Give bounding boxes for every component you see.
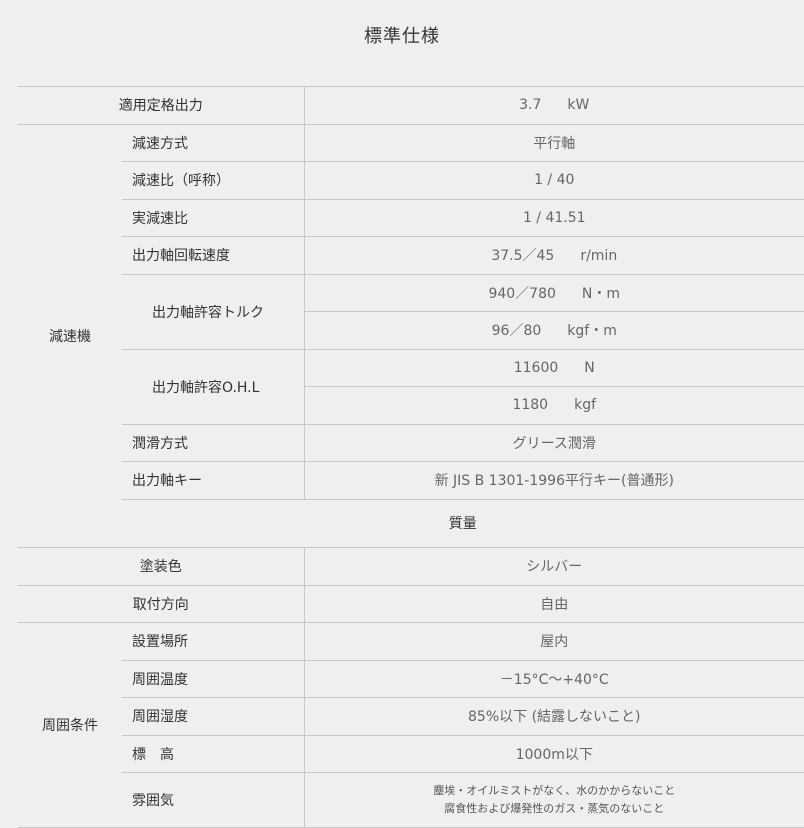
row-value-temp: －15°C～+40°C [304, 660, 804, 698]
spec-table: 適用定格出力 3.7kW 減速機 減速方式 平行軸 減速比（呼称） 1 / 40… [18, 86, 804, 828]
group-label-environment: 周囲条件 [18, 623, 122, 828]
table-row: 減速機 減速方式 平行軸 [18, 124, 804, 162]
row-value-ohl-si: 11600N [304, 349, 804, 387]
atmosphere-line-1: 塵埃・オイルミストがなく、水のかからないこと [305, 782, 804, 800]
row-value-altitude: 1000m以下 [304, 735, 804, 773]
row-label-ratio-actual: 実減速比 [122, 199, 304, 237]
group-label-reducer: 減速機 [18, 124, 122, 548]
row-label-temp: 周囲温度 [122, 660, 304, 698]
row-label-lubrication: 潤滑方式 [122, 424, 304, 462]
row-label-place: 設置場所 [122, 623, 304, 661]
row-value-method: 平行軸 [304, 124, 804, 162]
table-row: 取付方向 自由 [18, 585, 804, 623]
table-row: 減速比（呼称） 1 / 40 [18, 162, 804, 200]
row-value-torque-si: 940／780N・m [304, 274, 804, 312]
row-value-speed: 37.5／45r/min [304, 237, 804, 275]
table-row: 雰囲気 塵埃・オイルミストがなく、水のかからないこと 腐食性および爆発性のガス・… [18, 773, 804, 828]
table-row: 適用定格出力 3.7kW [18, 87, 804, 125]
row-value-torque-gravitational: 96／80kgf・m [304, 312, 804, 350]
table-row: 標 高 1000m以下 [18, 735, 804, 773]
table-row: 出力軸キー 新 JIS B 1301-1996平行キー(普通形) [18, 462, 804, 500]
row-value-mount: 自由 [304, 585, 804, 623]
row-value-key: 新 JIS B 1301-1996平行キー(普通形) [304, 462, 804, 500]
row-value-humidity: 85%以下 (結露しないこと) [304, 698, 804, 736]
table-row: 潤滑方式 グリース潤滑 [18, 424, 804, 462]
table-row: 塗装色 シルバー [18, 548, 804, 586]
table-row: 実減速比 1 / 41.51 [18, 199, 804, 237]
row-value-lubrication: グリース潤滑 [304, 424, 804, 462]
row-label-atmosphere: 雰囲気 [122, 773, 304, 828]
table-row: 出力軸回転速度 37.5／45r/min [18, 237, 804, 275]
row-label-humidity: 周囲湿度 [122, 698, 304, 736]
table-row: 質量 76kg [18, 499, 804, 548]
row-label-mount: 取付方向 [18, 585, 304, 623]
row-label-speed: 出力軸回転速度 [122, 237, 304, 275]
table-row: 周囲条件 設置場所 屋内 [18, 623, 804, 661]
row-value-output: 3.7kW [304, 87, 804, 125]
row-label-mass: 質量 [122, 499, 804, 548]
row-value-ratio-actual: 1 / 41.51 [304, 199, 804, 237]
row-label-method: 減速方式 [122, 124, 304, 162]
table-row: 出力軸許容O.H.L 11600N [18, 349, 804, 387]
row-label-output: 適用定格出力 [18, 87, 304, 125]
table-row: 周囲温度 －15°C～+40°C [18, 660, 804, 698]
page-title: 標準仕様 [0, 22, 804, 48]
row-label-altitude: 標 高 [122, 735, 304, 773]
row-label-key: 出力軸キー [122, 462, 304, 500]
table-row: 周囲湿度 85%以下 (結露しないこと) [18, 698, 804, 736]
atmosphere-line-2: 腐食性および爆発性のガス・蒸気のないこと [305, 800, 804, 818]
row-value-ohl-gravitational: 1180kgf [304, 387, 804, 425]
row-value-color: シルバー [304, 548, 804, 586]
row-label-color: 塗装色 [18, 548, 304, 586]
row-value-ratio-nominal: 1 / 40 [304, 162, 804, 200]
row-value-atmosphere: 塵埃・オイルミストがなく、水のかからないこと 腐食性および爆発性のガス・蒸気のな… [304, 773, 804, 828]
row-value-place: 屋内 [304, 623, 804, 661]
row-label-ratio-nominal: 減速比（呼称） [122, 162, 304, 200]
row-label-torque: 出力軸許容トルク [122, 274, 304, 349]
row-label-ohl: 出力軸許容O.H.L [122, 349, 304, 424]
table-row: 出力軸許容トルク 940／780N・m [18, 274, 804, 312]
